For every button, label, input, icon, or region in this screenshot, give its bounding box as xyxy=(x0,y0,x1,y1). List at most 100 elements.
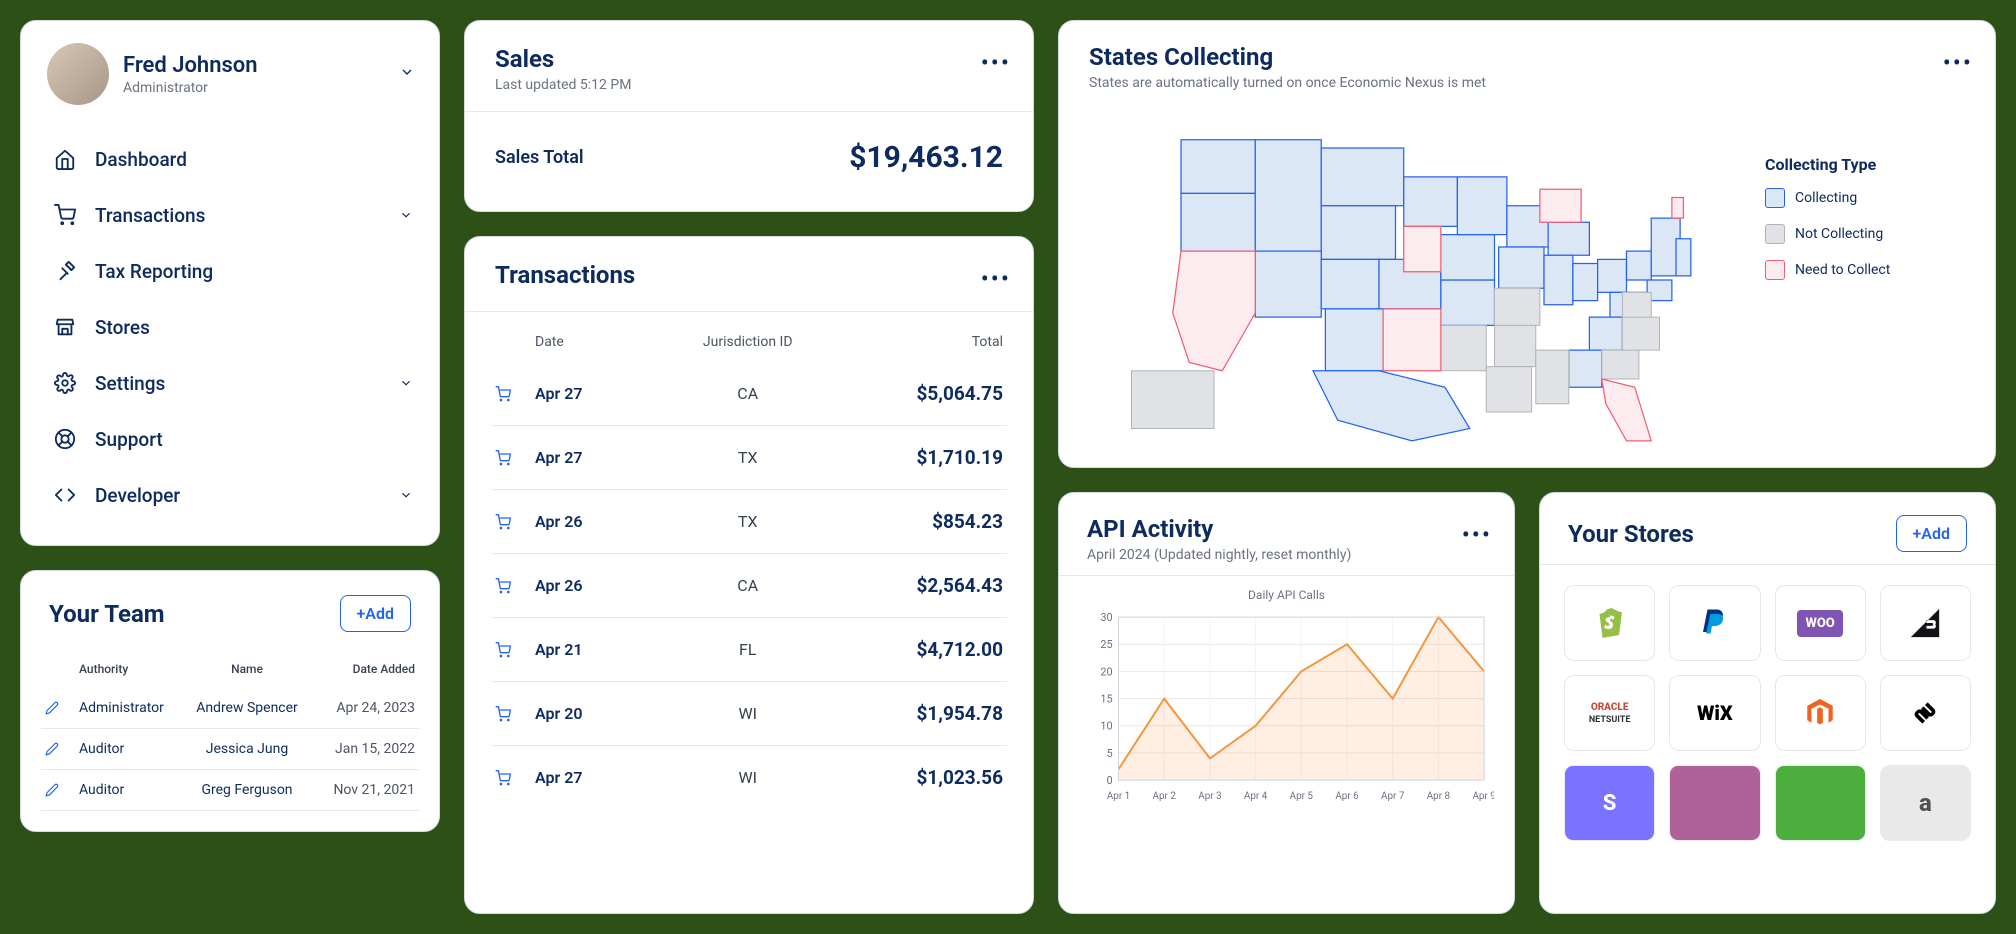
sales-total-value: $19,463.12 xyxy=(849,140,1003,175)
svg-text:0: 0 xyxy=(1106,774,1112,787)
team-header-name: Name xyxy=(188,662,307,676)
transaction-row[interactable]: Apr 26CA$2,564.43 xyxy=(491,554,1007,618)
more-icon[interactable]: ••• xyxy=(1462,521,1492,549)
tx-header-jurisdiction: Jurisdiction ID xyxy=(677,334,819,350)
lifebuoy-icon xyxy=(53,427,77,451)
more-icon[interactable]: ••• xyxy=(981,49,1011,77)
team-name: Jessica Jung xyxy=(188,741,307,757)
store-icon xyxy=(53,315,77,339)
team-header-authority: Authority xyxy=(79,662,178,676)
nav-item-tax-reporting[interactable]: Tax Reporting xyxy=(33,243,427,299)
transaction-row[interactable]: Apr 27TX$1,710.19 xyxy=(491,426,1007,490)
store-tile-squarespace[interactable] xyxy=(1880,675,1971,751)
sales-title: Sales xyxy=(495,45,1003,73)
transaction-row[interactable]: Apr 20WI$1,954.78 xyxy=(491,682,1007,746)
svg-text:20: 20 xyxy=(1100,665,1112,678)
store-tile-amazon[interactable]: a xyxy=(1880,765,1971,841)
transaction-row[interactable]: Apr 27CA$5,064.75 xyxy=(491,362,1007,426)
team-authority: Auditor xyxy=(79,741,178,757)
us-map[interactable] xyxy=(1089,115,1735,445)
tx-jurisdiction: CA xyxy=(677,384,819,403)
transactions-title: Transactions xyxy=(495,261,1003,289)
svg-text:Apr 3: Apr 3 xyxy=(1198,791,1221,802)
nav-item-settings[interactable]: Settings xyxy=(33,355,427,411)
store-tile-quickbooks[interactable] xyxy=(1775,765,1866,841)
svg-text:15: 15 xyxy=(1100,693,1112,706)
edit-icon[interactable] xyxy=(45,783,69,797)
store-tile-bigcommerce[interactable] xyxy=(1880,585,1971,661)
tx-jurisdiction: WI xyxy=(677,704,819,723)
transaction-row[interactable]: Apr 21FL$4,712.00 xyxy=(491,618,1007,682)
svg-text:Apr 6: Apr 6 xyxy=(1335,791,1359,802)
transactions-card: Transactions ••• Date Jurisdiction ID To… xyxy=(464,236,1034,914)
tx-date: Apr 26 xyxy=(535,512,677,531)
team-name: Greg Ferguson xyxy=(188,782,307,798)
chevron-down-icon xyxy=(399,64,415,80)
cart-icon xyxy=(495,450,535,466)
tx-header-total: Total xyxy=(819,334,1003,350)
svg-text:Apr 4: Apr 4 xyxy=(1244,791,1268,802)
nav-item-developer[interactable]: Developer xyxy=(33,467,427,523)
tx-total: $854.23 xyxy=(819,510,1003,533)
legend-item-need-to-collect: Need to Collect xyxy=(1765,260,1965,280)
cart-icon xyxy=(495,514,535,530)
team-add-button[interactable]: +Add xyxy=(340,595,412,632)
team-date: Jan 15, 2022 xyxy=(316,741,415,757)
tx-jurisdiction: TX xyxy=(677,448,819,467)
nav-label: Settings xyxy=(95,372,165,395)
tx-date: Apr 27 xyxy=(535,768,677,787)
store-tile-oracle-netsuite[interactable]: ORACLENETSUITE xyxy=(1564,675,1655,751)
transaction-row[interactable]: Apr 26TX$854.23 xyxy=(491,490,1007,554)
store-tile-wix[interactable]: WiX xyxy=(1669,675,1760,751)
more-icon[interactable]: ••• xyxy=(981,265,1011,293)
tx-jurisdiction: TX xyxy=(677,512,819,531)
tx-date: Apr 27 xyxy=(535,448,677,467)
store-tile-shopify[interactable] xyxy=(1564,585,1655,661)
your-stores-card: Your Stores +Add WOO ORACLENETSUITEWiXSa xyxy=(1539,492,1996,914)
svg-text:Apr 2: Apr 2 xyxy=(1153,791,1177,802)
store-tile-odoo[interactable] xyxy=(1669,765,1760,841)
chevron-down-icon xyxy=(399,208,413,222)
svg-text:Apr 7: Apr 7 xyxy=(1381,791,1405,802)
nav-item-stores[interactable]: Stores xyxy=(33,299,427,355)
team-row: AdministratorAndrew SpencerApr 24, 2023 xyxy=(41,688,419,729)
nav-item-transactions[interactable]: Transactions xyxy=(33,187,427,243)
stores-add-button[interactable]: +Add xyxy=(1896,515,1968,552)
legend-item-not-collecting: Not Collecting xyxy=(1765,224,1965,244)
nav-label: Dashboard xyxy=(95,148,187,171)
home-icon xyxy=(53,147,77,171)
states-title: States Collecting xyxy=(1089,43,1965,71)
avatar xyxy=(47,43,109,105)
sales-card: Sales Last updated 5:12 PM ••• Sales Tot… xyxy=(464,20,1034,212)
chart-title: Daily API Calls xyxy=(1079,588,1494,602)
states-collecting-card: States Collecting States are automatical… xyxy=(1058,20,1996,468)
svg-text:30: 30 xyxy=(1100,611,1112,624)
edit-icon[interactable] xyxy=(45,701,69,715)
more-icon[interactable]: ••• xyxy=(1943,49,1973,77)
profile-name: Fred Johnson xyxy=(123,53,258,78)
store-tile-paypal[interactable] xyxy=(1669,585,1760,661)
tx-total: $2,564.43 xyxy=(819,574,1003,597)
sales-subtitle: Last updated 5:12 PM xyxy=(495,77,1003,93)
svg-text:10: 10 xyxy=(1100,720,1112,733)
cart-icon xyxy=(495,386,535,402)
team-date: Apr 24, 2023 xyxy=(316,700,415,716)
store-tile-woocommerce[interactable]: WOO xyxy=(1775,585,1866,661)
tx-jurisdiction: CA xyxy=(677,576,819,595)
nav-label: Tax Reporting xyxy=(95,260,213,283)
nav-label: Developer xyxy=(95,484,180,507)
api-subtitle: April 2024 (Updated nightly, reset month… xyxy=(1087,547,1486,563)
nav-item-support[interactable]: Support xyxy=(33,411,427,467)
nav-item-dashboard[interactable]: Dashboard xyxy=(33,131,427,187)
profile-header[interactable]: Fred Johnson Administrator xyxy=(21,21,439,123)
stores-title: Your Stores xyxy=(1568,520,1694,548)
tx-total: $1,954.78 xyxy=(819,702,1003,725)
tx-total: $1,710.19 xyxy=(819,446,1003,469)
chevron-down-icon xyxy=(399,488,413,502)
edit-icon[interactable] xyxy=(45,742,69,756)
api-title: API Activity xyxy=(1087,515,1486,543)
transaction-row[interactable]: Apr 27WI$1,023.56 xyxy=(491,746,1007,809)
store-tile-magento[interactable] xyxy=(1775,675,1866,751)
store-tile-stripe[interactable]: S xyxy=(1564,765,1655,841)
tx-header-date: Date xyxy=(535,334,677,350)
